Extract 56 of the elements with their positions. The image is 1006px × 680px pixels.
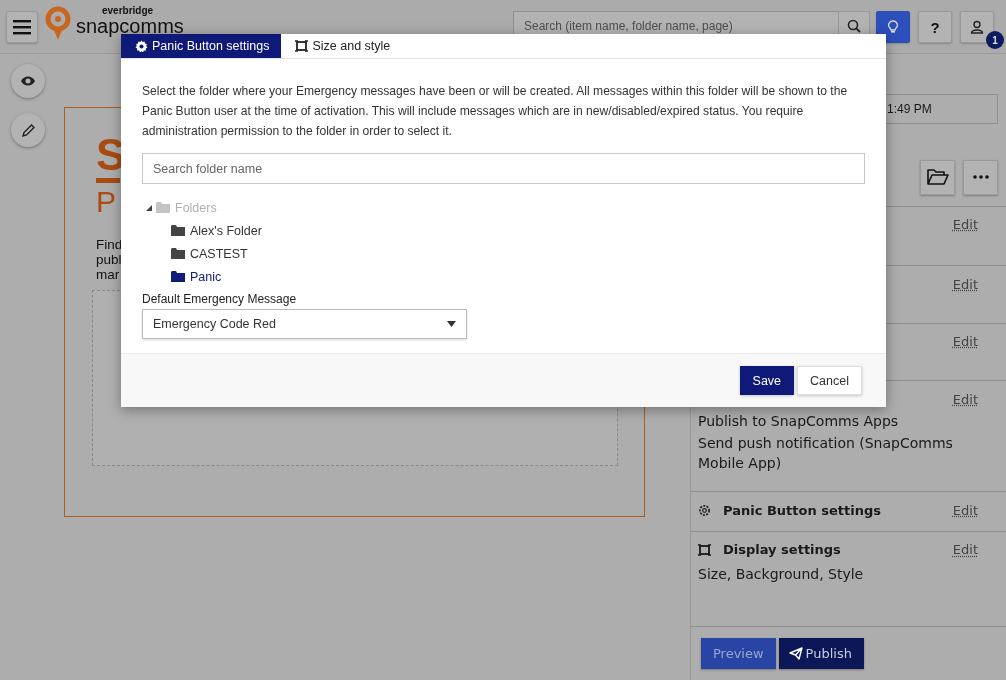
section-title: Panic Button settings — [723, 502, 881, 518]
logo-icon — [44, 6, 72, 42]
frame-icon — [698, 543, 711, 556]
settings-icon — [135, 39, 148, 53]
lightbulb-icon — [888, 20, 898, 34]
preview-toggle-button[interactable] — [11, 64, 45, 98]
help-button[interactable]: ? — [918, 11, 952, 43]
section-title: Display settings — [723, 542, 841, 558]
edit-button[interactable] — [11, 113, 45, 147]
preview-text: mar — [96, 267, 120, 282]
cancel-button[interactable]: Cancel — [797, 366, 862, 395]
eye-icon — [20, 75, 36, 87]
dialog-description: Select the folder where your Emergency messages have been or will be created. All messages within this folder will be shown to the Panic Button user at the time of activation. This will include messages which are in new/disabled/expired status. You require administration permission to the folder in order to select it. — [142, 83, 849, 140]
field-label: Default Emergency Message — [142, 292, 298, 306]
logo-wordmark: snapcomms — [76, 15, 184, 37]
send-icon — [788, 647, 803, 660]
open-folder-button[interactable] — [920, 159, 955, 195]
folder-icon — [156, 202, 170, 213]
dialog-tab[interactable]: Panic Button settings — [121, 34, 282, 58]
preview-text: publ — [96, 252, 122, 267]
open-folder-icon — [926, 169, 949, 186]
folder-icon — [171, 248, 185, 259]
notification-badge: 1 — [986, 31, 1004, 49]
folder-search-field[interactable]: Search folder name — [142, 153, 865, 184]
preview-text: Find — [96, 237, 123, 252]
logo-tagline: everbridge — [102, 6, 155, 16]
edit-link[interactable]: Edit — [952, 502, 978, 518]
more-button[interactable] — [963, 159, 998, 195]
settings-icon — [698, 503, 711, 517]
menu-icon — [13, 19, 31, 35]
section-text: Send push notification (SnapComms Mobile App) — [698, 434, 954, 474]
tree-item: Folders — [175, 200, 217, 215]
search-icon — [847, 19, 861, 33]
tips-button[interactable] — [876, 11, 910, 43]
preview-title: P — [96, 185, 117, 219]
publish-button[interactable]: Publish — [778, 638, 864, 669]
save-button[interactable]: Save — [739, 366, 795, 395]
folder-icon — [171, 271, 185, 282]
message-dropdown[interactable]: Emergency Code Red — [142, 309, 467, 339]
frame-icon — [295, 40, 309, 52]
edit-link[interactable]: Edit — [952, 542, 978, 558]
user-button[interactable] — [960, 11, 994, 43]
preview-button[interactable]: Preview — [701, 638, 776, 669]
more-icon — [972, 175, 989, 180]
section-text: Size, Background, Style — [698, 564, 865, 584]
dropdown-caret-icon — [447, 321, 456, 327]
edit-link[interactable]: Edit — [952, 334, 978, 350]
edit-link[interactable]: Edit — [952, 217, 978, 233]
user-icon — [970, 20, 984, 34]
pencil-icon — [20, 122, 36, 138]
folder-icon — [171, 225, 185, 236]
dialog-tab[interactable]: Size and style — [281, 34, 403, 58]
menu-button[interactable] — [6, 11, 38, 43]
section-text: Publish to SnapComms Apps — [698, 412, 900, 432]
edit-link[interactable]: Edit — [952, 391, 978, 407]
edit-link[interactable]: Edit — [952, 276, 978, 292]
